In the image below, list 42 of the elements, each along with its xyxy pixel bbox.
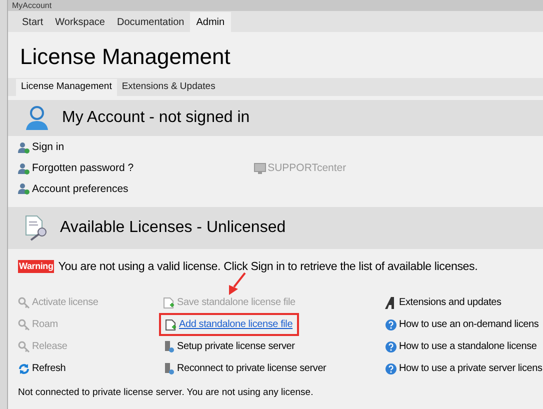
person-icon xyxy=(18,142,30,154)
file-icon xyxy=(163,296,175,309)
warning-message: You are not using a valid license. Click Sign in to retrieve the list of available licenses. xyxy=(58,259,478,276)
window-title: MyAccount xyxy=(12,0,52,10)
tab[interactable]: Documentation xyxy=(110,12,190,32)
tab[interactable]: License Management xyxy=(16,79,117,96)
link[interactable]: Setup private license server xyxy=(163,339,295,354)
help-icon xyxy=(385,318,397,331)
server-icon xyxy=(163,362,175,375)
tab[interactable]: Admin xyxy=(190,12,231,32)
server-icon xyxy=(163,340,175,353)
tab[interactable]: Extensions & Updates xyxy=(116,79,220,96)
key-icon xyxy=(18,296,30,309)
user-icon xyxy=(24,105,50,131)
key-icon xyxy=(18,340,30,353)
status-message: Not connected to private license server. You are not using any license. xyxy=(17,386,314,400)
link[interactable]: Extensions and updates xyxy=(385,295,502,310)
monitor-icon xyxy=(254,162,266,175)
section-title: My Account - not signed in xyxy=(62,108,250,128)
tab[interactable]: Start xyxy=(16,12,50,32)
refresh-icon xyxy=(18,362,30,375)
person-icon xyxy=(18,183,30,196)
annotation-arrow xyxy=(228,272,246,295)
link[interactable]: Add standalone license file xyxy=(163,317,295,332)
page-title: License Management xyxy=(19,43,232,71)
help-icon xyxy=(385,362,397,375)
link[interactable]: How to use a standalone license xyxy=(385,339,537,354)
key-icon xyxy=(18,318,30,331)
link[interactable]: Sign in xyxy=(18,140,64,156)
section-title: Available Licenses - Unlicensed xyxy=(60,218,286,238)
link[interactable]: How to use an on-demand licens xyxy=(385,317,539,332)
link[interactable]: Forgotten password ? xyxy=(18,160,134,176)
help-icon xyxy=(385,340,397,353)
tab[interactable]: Workspace xyxy=(49,12,111,32)
file-icon xyxy=(165,318,177,331)
link[interactable]: How to use a private server licens xyxy=(385,361,542,376)
warning-badge: Warning xyxy=(18,260,54,274)
link[interactable]: Account preferences xyxy=(18,182,128,198)
letter-a-logo-icon xyxy=(385,296,397,309)
link[interactable]: Refresh xyxy=(18,361,66,376)
link[interactable]: Reconnect to private license server xyxy=(163,361,326,376)
person-icon xyxy=(18,162,30,175)
